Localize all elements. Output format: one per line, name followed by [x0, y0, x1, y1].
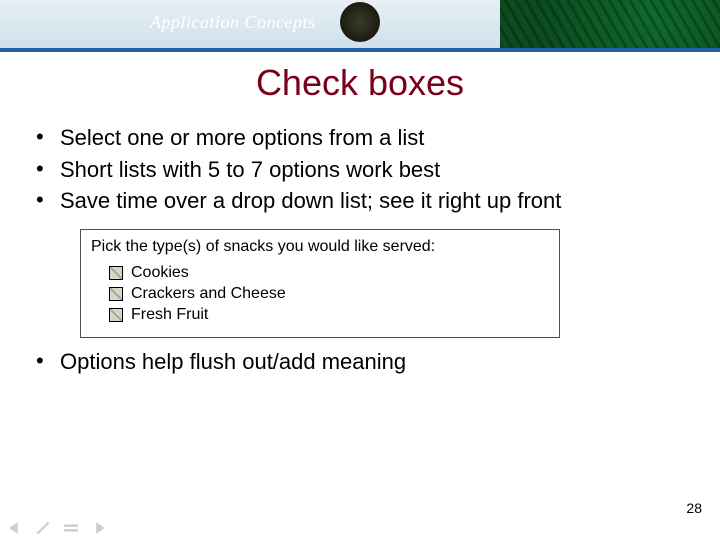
- bullet-item: Save time over a drop down list; see it …: [30, 187, 690, 215]
- banner-rule: [0, 48, 720, 52]
- banner-title: Application Concepts: [150, 12, 315, 33]
- slideshow-toolbar: [6, 520, 108, 536]
- body-bullets: Select one or more options from a list S…: [30, 124, 690, 215]
- slide: Application Concepts Check boxes Select …: [0, 0, 720, 540]
- spider-icon: [340, 2, 380, 42]
- checkbox-row: Fresh Fruit: [109, 306, 549, 324]
- example-screenshot: Pick the type(s) of snacks you would lik…: [80, 229, 560, 338]
- bullet-item: Select one or more options from a list: [30, 124, 690, 152]
- checkbox-label: Fresh Fruit: [131, 306, 208, 324]
- prev-slide-icon[interactable]: [6, 520, 24, 536]
- checkbox-label: Cookies: [131, 264, 189, 282]
- menu-icon[interactable]: [62, 520, 80, 536]
- bullet-item: Options help flush out/add meaning: [30, 348, 690, 376]
- checkbox-label: Crackers and Cheese: [131, 285, 286, 303]
- banner-decoration: [500, 0, 720, 48]
- checkbox-icon[interactable]: [109, 308, 123, 322]
- bullet-item: Short lists with 5 to 7 options work bes…: [30, 156, 690, 184]
- checkbox-icon[interactable]: [109, 266, 123, 280]
- banner: Application Concepts: [0, 0, 720, 48]
- body-bullets-2: Options help flush out/add meaning: [30, 348, 690, 376]
- example-prompt: Pick the type(s) of snacks you would lik…: [91, 238, 549, 256]
- slide-title: Check boxes: [0, 62, 720, 104]
- checkbox-icon[interactable]: [109, 287, 123, 301]
- page-number: 28: [686, 500, 702, 516]
- checkbox-row: Cookies: [109, 264, 549, 282]
- next-slide-icon[interactable]: [90, 520, 108, 536]
- checkbox-row: Crackers and Cheese: [109, 285, 549, 303]
- pen-icon[interactable]: [34, 520, 52, 536]
